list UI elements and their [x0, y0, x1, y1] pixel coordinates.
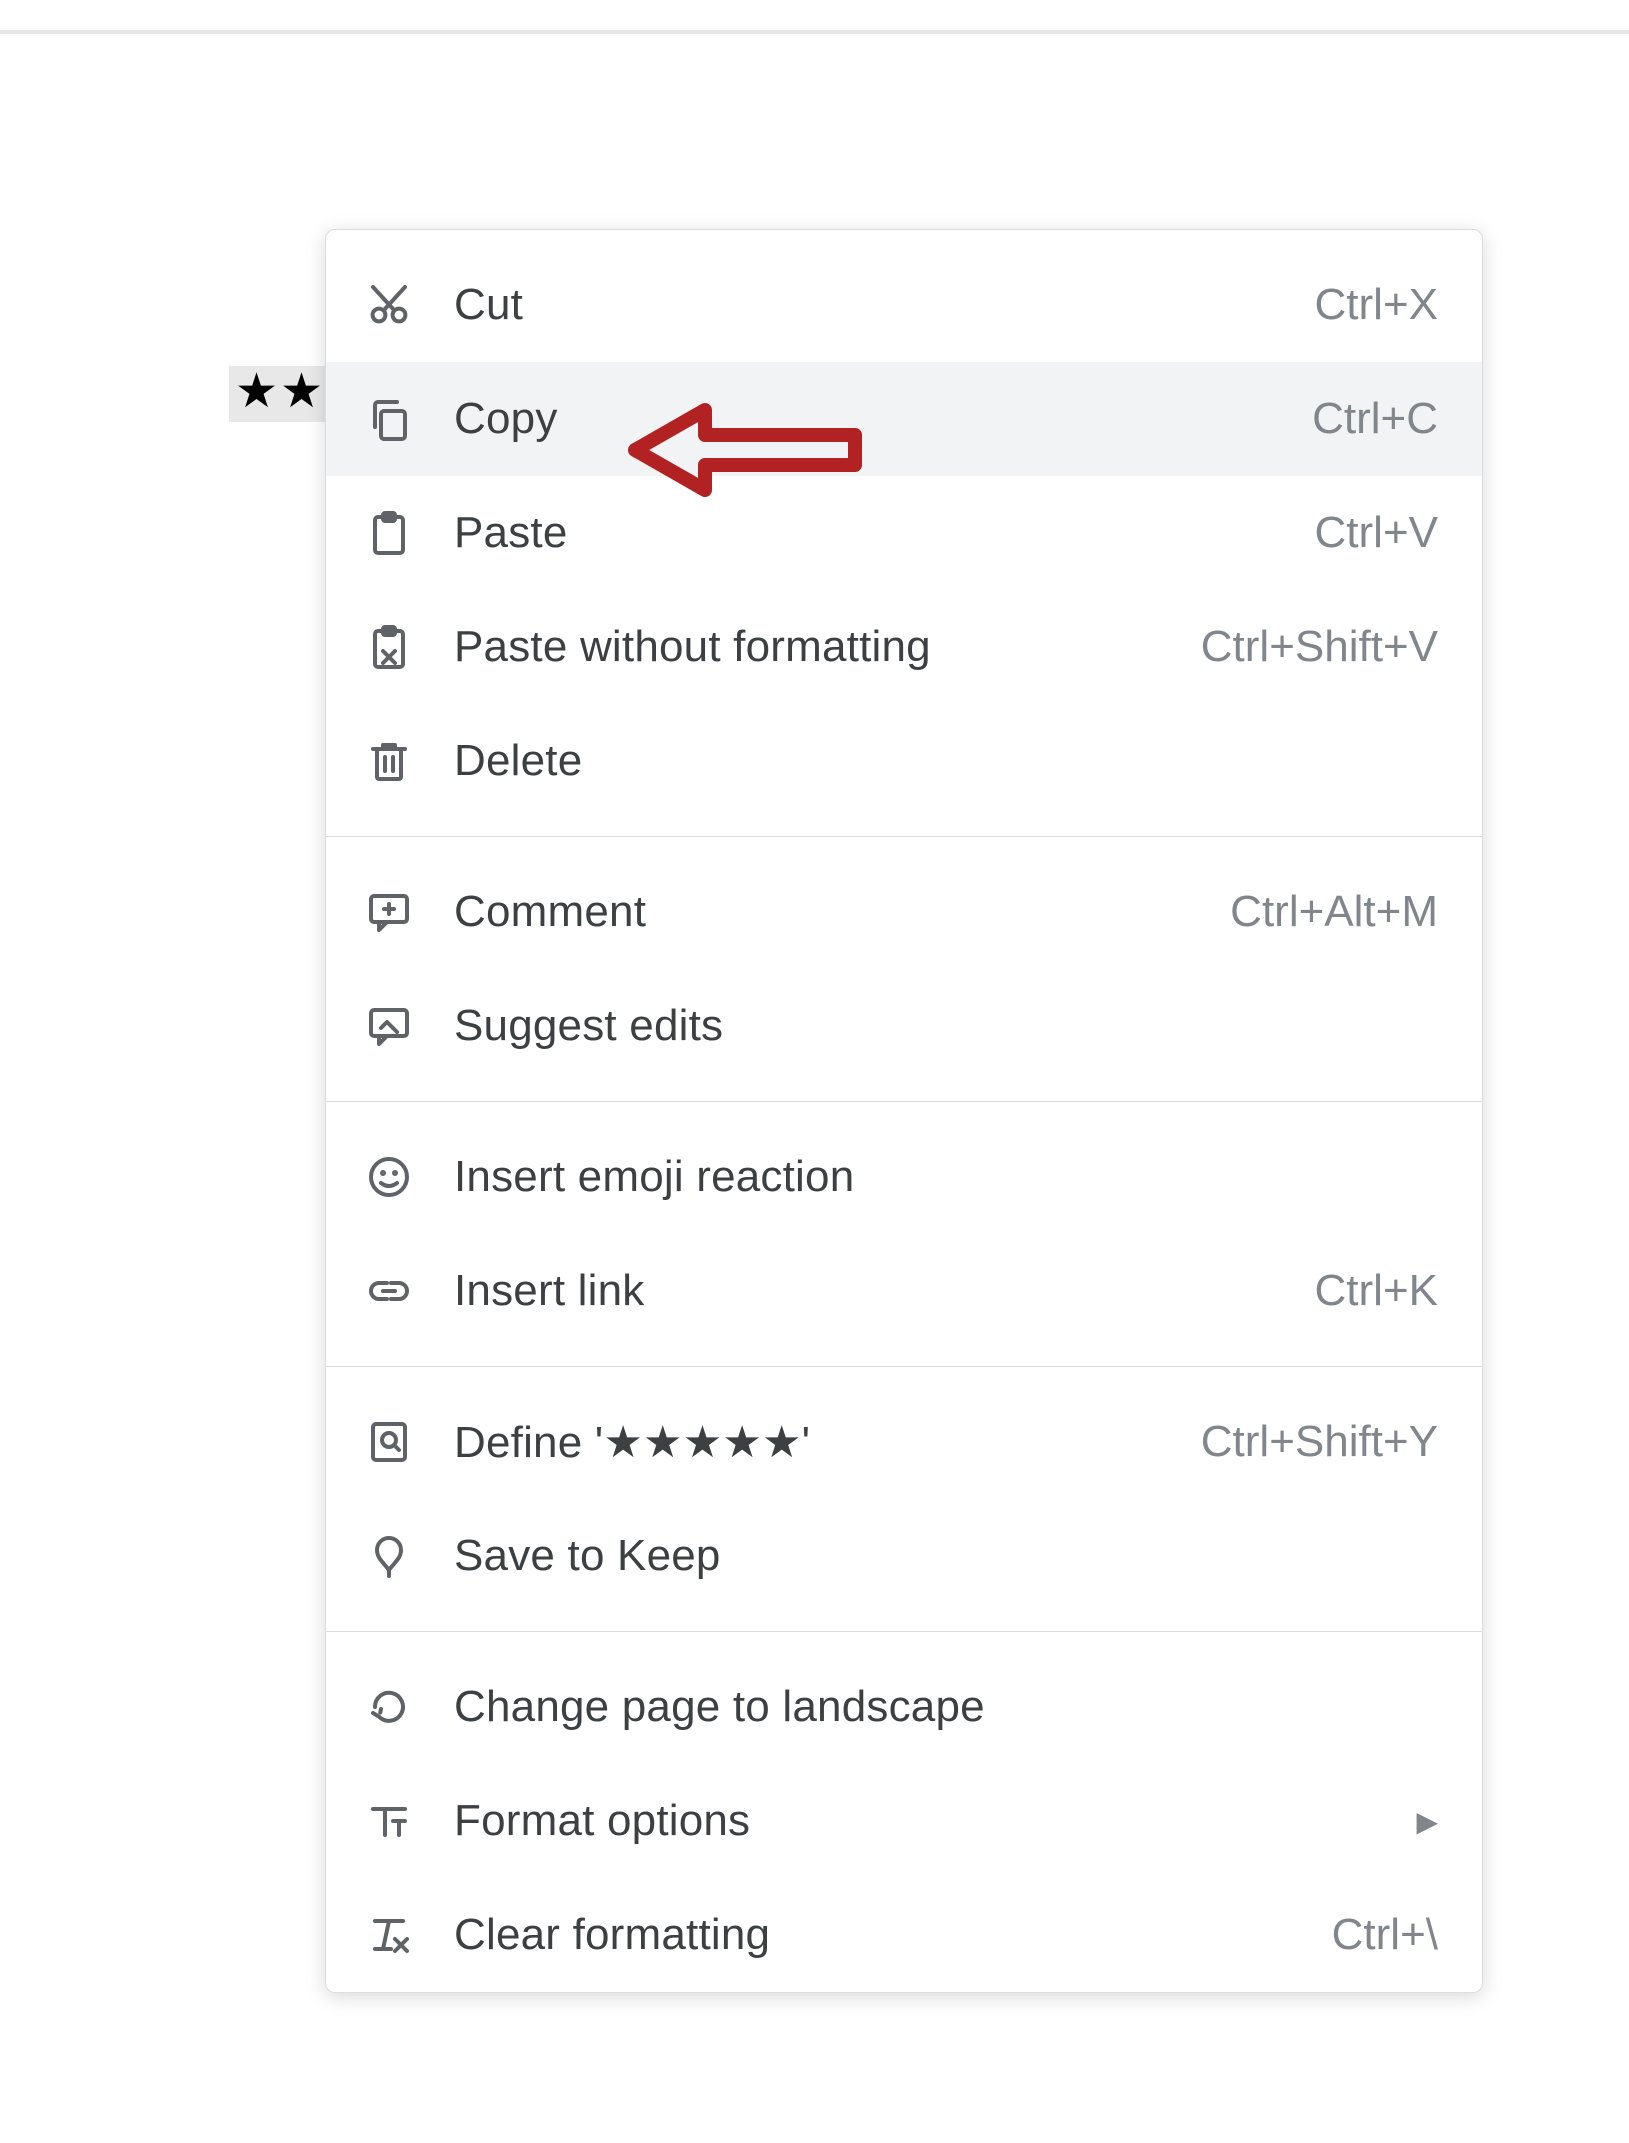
document-surface: ★★ Cut Ctrl+X Copy Ctrl+C Paste Ctrl+V Paste w… [0, 0, 1629, 2143]
menu-item-suggest-edits[interactable]: Suggest edits [326, 969, 1482, 1083]
keep-icon [360, 1527, 418, 1585]
menu-item-insert-link[interactable]: Insert link Ctrl+K [326, 1234, 1482, 1348]
menu-item-label: Cut [454, 280, 1291, 330]
context-menu: Cut Ctrl+X Copy Ctrl+C Paste Ctrl+V Paste with… [325, 229, 1483, 1993]
menu-item-label: Suggest edits [454, 1001, 1438, 1051]
menu-item-shortcut: Ctrl+\ [1332, 1910, 1438, 1960]
menu-item-format-options[interactable]: Format options ▶ [326, 1764, 1482, 1878]
menu-item-shortcut: Ctrl+K [1315, 1266, 1438, 1316]
cut-icon [360, 276, 418, 334]
menu-item-shortcut: Ctrl+C [1312, 394, 1438, 444]
window-top-edge [0, 30, 1629, 34]
menu-item-label: Clear formatting [454, 1910, 1308, 1960]
menu-item-define[interactable]: Define '★★★★★' Ctrl+Shift+Y [326, 1385, 1482, 1499]
menu-divider [326, 1631, 1482, 1632]
menu-item-label: Comment [454, 887, 1206, 937]
menu-item-delete[interactable]: Delete [326, 704, 1482, 818]
menu-item-copy[interactable]: Copy Ctrl+C [326, 362, 1482, 476]
menu-item-paste[interactable]: Paste Ctrl+V [326, 476, 1482, 590]
format-icon [360, 1792, 418, 1850]
menu-item-comment[interactable]: Comment Ctrl+Alt+M [326, 855, 1482, 969]
menu-item-clear-formatting[interactable]: Clear formatting Ctrl+\ [326, 1878, 1482, 1992]
rotate-icon [360, 1678, 418, 1736]
menu-item-change-page-to-landscape[interactable]: Change page to landscape [326, 1650, 1482, 1764]
define-icon [360, 1413, 418, 1471]
menu-divider [326, 1101, 1482, 1102]
comment-icon [360, 883, 418, 941]
menu-item-label: Paste without formatting [454, 622, 1177, 672]
menu-item-label: Insert link [454, 1266, 1291, 1316]
paste-icon [360, 504, 418, 562]
clear-format-icon [360, 1906, 418, 1964]
menu-item-cut[interactable]: Cut Ctrl+X [326, 248, 1482, 362]
menu-item-save-to-keep[interactable]: Save to Keep [326, 1499, 1482, 1613]
trash-icon [360, 732, 418, 790]
menu-item-shortcut: Ctrl+Shift+Y [1201, 1417, 1438, 1467]
menu-divider [326, 1366, 1482, 1367]
paste-plain-icon [360, 618, 418, 676]
link-icon [360, 1262, 418, 1320]
menu-item-shortcut: Ctrl+Alt+M [1230, 887, 1438, 937]
submenu-arrow-icon: ▶ [1416, 1805, 1438, 1838]
menu-item-label: Define '★★★★★' [454, 1417, 1177, 1468]
menu-item-shortcut: Ctrl+Shift+V [1201, 622, 1438, 672]
menu-item-label: Paste [454, 508, 1291, 558]
menu-item-label: Change page to landscape [454, 1682, 1438, 1732]
menu-item-label: Save to Keep [454, 1531, 1438, 1581]
menu-item-shortcut: Ctrl+X [1315, 280, 1438, 330]
suggest-icon [360, 997, 418, 1055]
selected-text[interactable]: ★★ [229, 366, 331, 422]
menu-item-shortcut: Ctrl+V [1315, 508, 1438, 558]
menu-item-label: Format options [454, 1796, 1392, 1846]
menu-item-paste-without-formatting[interactable]: Paste without formatting Ctrl+Shift+V [326, 590, 1482, 704]
menu-item-label: Copy [454, 394, 1288, 444]
menu-item-label: Delete [454, 736, 1438, 786]
emoji-icon [360, 1148, 418, 1206]
menu-divider [326, 836, 1482, 837]
copy-icon [360, 390, 418, 448]
menu-item-label: Insert emoji reaction [454, 1152, 1438, 1202]
menu-item-insert-emoji-reaction[interactable]: Insert emoji reaction [326, 1120, 1482, 1234]
